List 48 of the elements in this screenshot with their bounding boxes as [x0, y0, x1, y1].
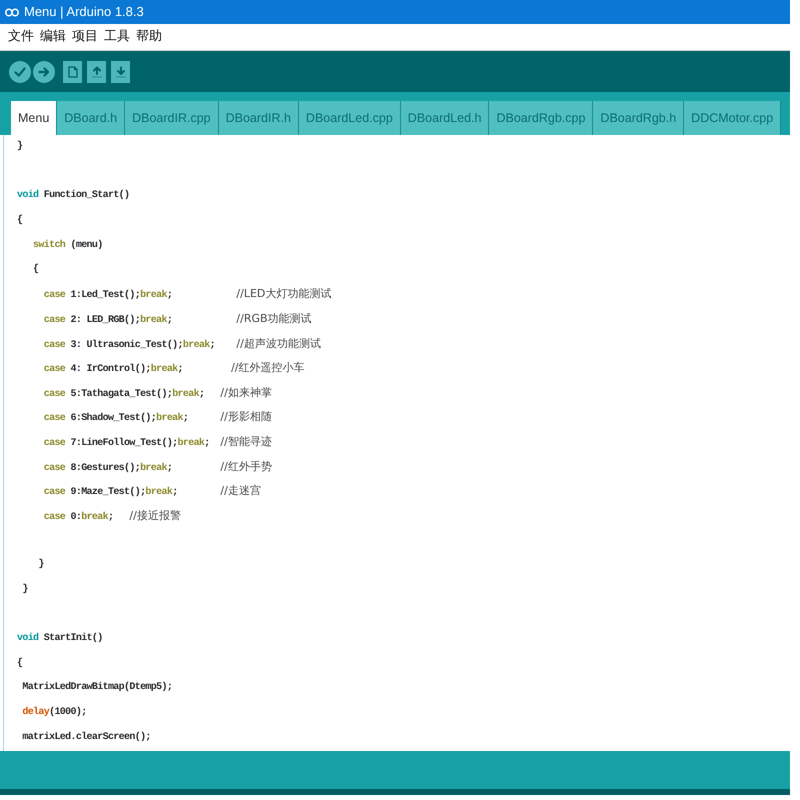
code-line: { [17, 656, 22, 671]
tab[interactable]: Menu [11, 101, 58, 135]
tab[interactable]: DBoardIR.h [218, 101, 299, 135]
code-line: matrixLed.clearScreen(); [22, 730, 151, 745]
menu-item[interactable]: 工具 [103, 29, 131, 45]
code-line: void StartInit() [17, 632, 103, 646]
infinity-icon [5, 8, 19, 16]
code-line: delay(1000); [22, 706, 87, 720]
tab[interactable]: DBoard.h [57, 101, 126, 135]
code-line: case 4: IrControl();break; //红外遥控小车 [44, 360, 304, 378]
arrow-right-icon [38, 66, 50, 78]
menu-item[interactable]: 项目 [71, 29, 99, 45]
menu-item[interactable]: 文件 [7, 29, 35, 45]
arrow-up-icon [90, 66, 102, 78]
arrow-down-icon [114, 66, 126, 78]
code-line: case 0:break; //接近报警 [44, 508, 181, 525]
code-line: MatrixLedDrawBitmap(Dtemp5); [22, 681, 172, 696]
tab[interactable]: DBoardIR.cpp [125, 101, 219, 135]
code-line: { [33, 263, 38, 278]
code-line: case 5:Tathagata_Test();break; //如来神掌 [44, 384, 272, 402]
code-line: case 3: Ultrasonic_Test();break; //超声波功能测试 [44, 336, 321, 353]
tab[interactable]: DDCMotor.cpp [684, 101, 782, 135]
code-line: case 1:Led_Test();break; //LED大灯功能测试 [44, 286, 332, 304]
window-title: Menu | Arduino 1.8.3 [24, 4, 144, 20]
check-icon [14, 66, 26, 78]
code-line: case 7:LineFollow_Test();break; //智能寻迹 [44, 434, 272, 451]
tab[interactable]: DBoardRgb.h [593, 101, 684, 135]
code-line: void Function_Start() [17, 189, 130, 204]
code-line: } [38, 558, 44, 572]
verify-button[interactable] [9, 60, 31, 82]
code-line: case 2: LED_RGB();break; //RGB功能测试 [44, 310, 312, 328]
menu-item[interactable]: 帮助 [135, 29, 163, 45]
code-line: switch (menu) [33, 238, 103, 253]
tab[interactable]: DBoardLed.cpp [298, 101, 401, 135]
menu-item[interactable]: 编辑 [39, 29, 67, 45]
tab[interactable]: DBoardRgb.cpp [489, 101, 594, 135]
new-button[interactable] [63, 60, 82, 82]
code-line: case 8:Gestures();break; //红外手势 [44, 458, 272, 476]
page-icon [66, 66, 78, 78]
code-line: } [22, 582, 28, 597]
upload-button[interactable] [33, 60, 55, 82]
tab[interactable]: DBoardLed.h [400, 101, 490, 135]
code-line: case 6:Shadow_Test();break; //形影相随 [44, 409, 272, 426]
code-line: } [17, 140, 22, 154]
code-line: { [17, 214, 22, 228]
open-button[interactable] [87, 60, 106, 82]
code-line: case 9:Maze_Test();break; //走迷宫 [44, 483, 261, 500]
save-button[interactable] [111, 60, 130, 82]
